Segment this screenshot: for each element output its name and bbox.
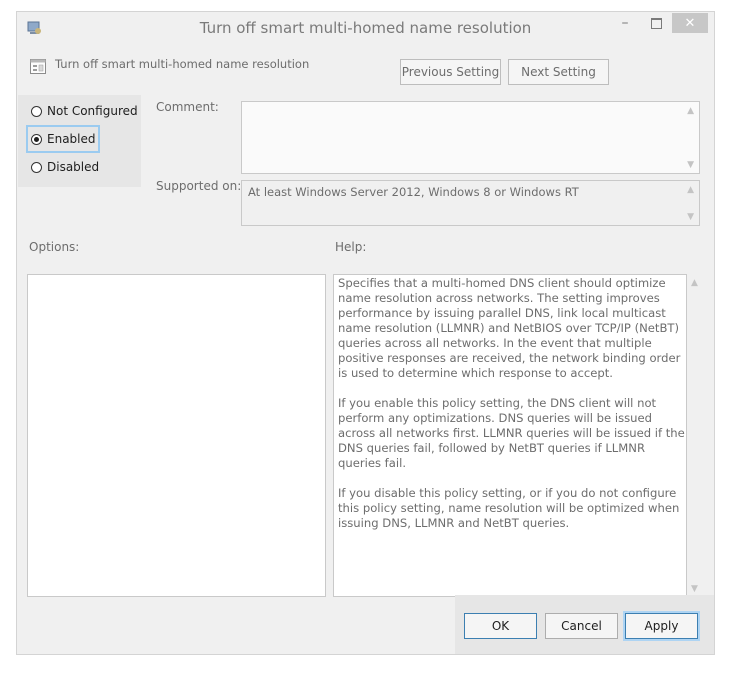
policy-setting-icon <box>30 59 46 74</box>
radio-label: Disabled <box>47 160 100 174</box>
radio-button-checked-icon <box>31 133 42 145</box>
scroll-up-icon[interactable]: ▲ <box>687 106 694 116</box>
previous-setting-button[interactable]: Previous Setting <box>400 59 501 85</box>
close-icon: ✕ <box>684 15 696 31</box>
radio-disabled[interactable]: Disabled <box>31 157 99 177</box>
policy-name: Turn off smart multi-homed name resoluti… <box>55 57 310 71</box>
scroll-up-icon[interactable]: ▲ <box>687 185 694 195</box>
close-button[interactable]: ✕ <box>672 13 708 33</box>
ok-button[interactable]: OK <box>464 613 537 639</box>
radio-not-configured[interactable]: Not Configured <box>31 101 138 121</box>
supported-on-label: Supported on: <box>156 179 242 193</box>
help-paragraph: Specifies that a multi-homed DNS client … <box>338 276 681 380</box>
apply-button[interactable]: Apply <box>625 613 698 639</box>
policy-dialog: Turn off smart multi-homed name resoluti… <box>16 11 715 655</box>
help-paragraph: If you disable this policy setting, or i… <box>338 486 680 530</box>
radio-label: Not Configured <box>47 104 138 118</box>
window-title: Turn off smart multi-homed name resoluti… <box>199 19 532 37</box>
title-bar: Turn off smart multi-homed name resoluti… <box>17 12 714 42</box>
help-text: Specifies that a multi-homed DNS client … <box>338 276 686 546</box>
help-paragraph: If you enable this policy setting, the D… <box>338 396 685 470</box>
cancel-button[interactable]: Cancel <box>545 613 618 639</box>
next-setting-button[interactable]: Next Setting <box>508 59 609 85</box>
options-panel <box>27 274 326 597</box>
comment-label: Comment: <box>156 100 219 114</box>
scroll-down-icon[interactable]: ▼ <box>687 160 694 170</box>
radio-enabled[interactable]: Enabled <box>31 129 96 149</box>
help-label: Help: <box>335 240 367 254</box>
supported-on-value: At least Windows Server 2012, Windows 8 … <box>248 185 579 199</box>
maximize-button[interactable] <box>643 13 669 33</box>
scroll-down-icon[interactable]: ▼ <box>691 584 698 594</box>
supported-on-field: At least Windows Server 2012, Windows 8 … <box>241 180 700 226</box>
radio-label: Enabled <box>47 132 96 146</box>
radio-button-icon <box>31 161 42 173</box>
scroll-down-icon[interactable]: ▼ <box>687 212 694 222</box>
minimize-button[interactable]: – <box>612 13 638 33</box>
options-label: Options: <box>29 240 80 254</box>
comment-field[interactable]: ▲ ▼ <box>241 101 700 174</box>
scroll-up-icon[interactable]: ▲ <box>691 278 698 288</box>
radio-button-icon <box>31 105 42 117</box>
maximize-icon <box>650 17 662 29</box>
minimize-icon: – <box>621 15 629 31</box>
